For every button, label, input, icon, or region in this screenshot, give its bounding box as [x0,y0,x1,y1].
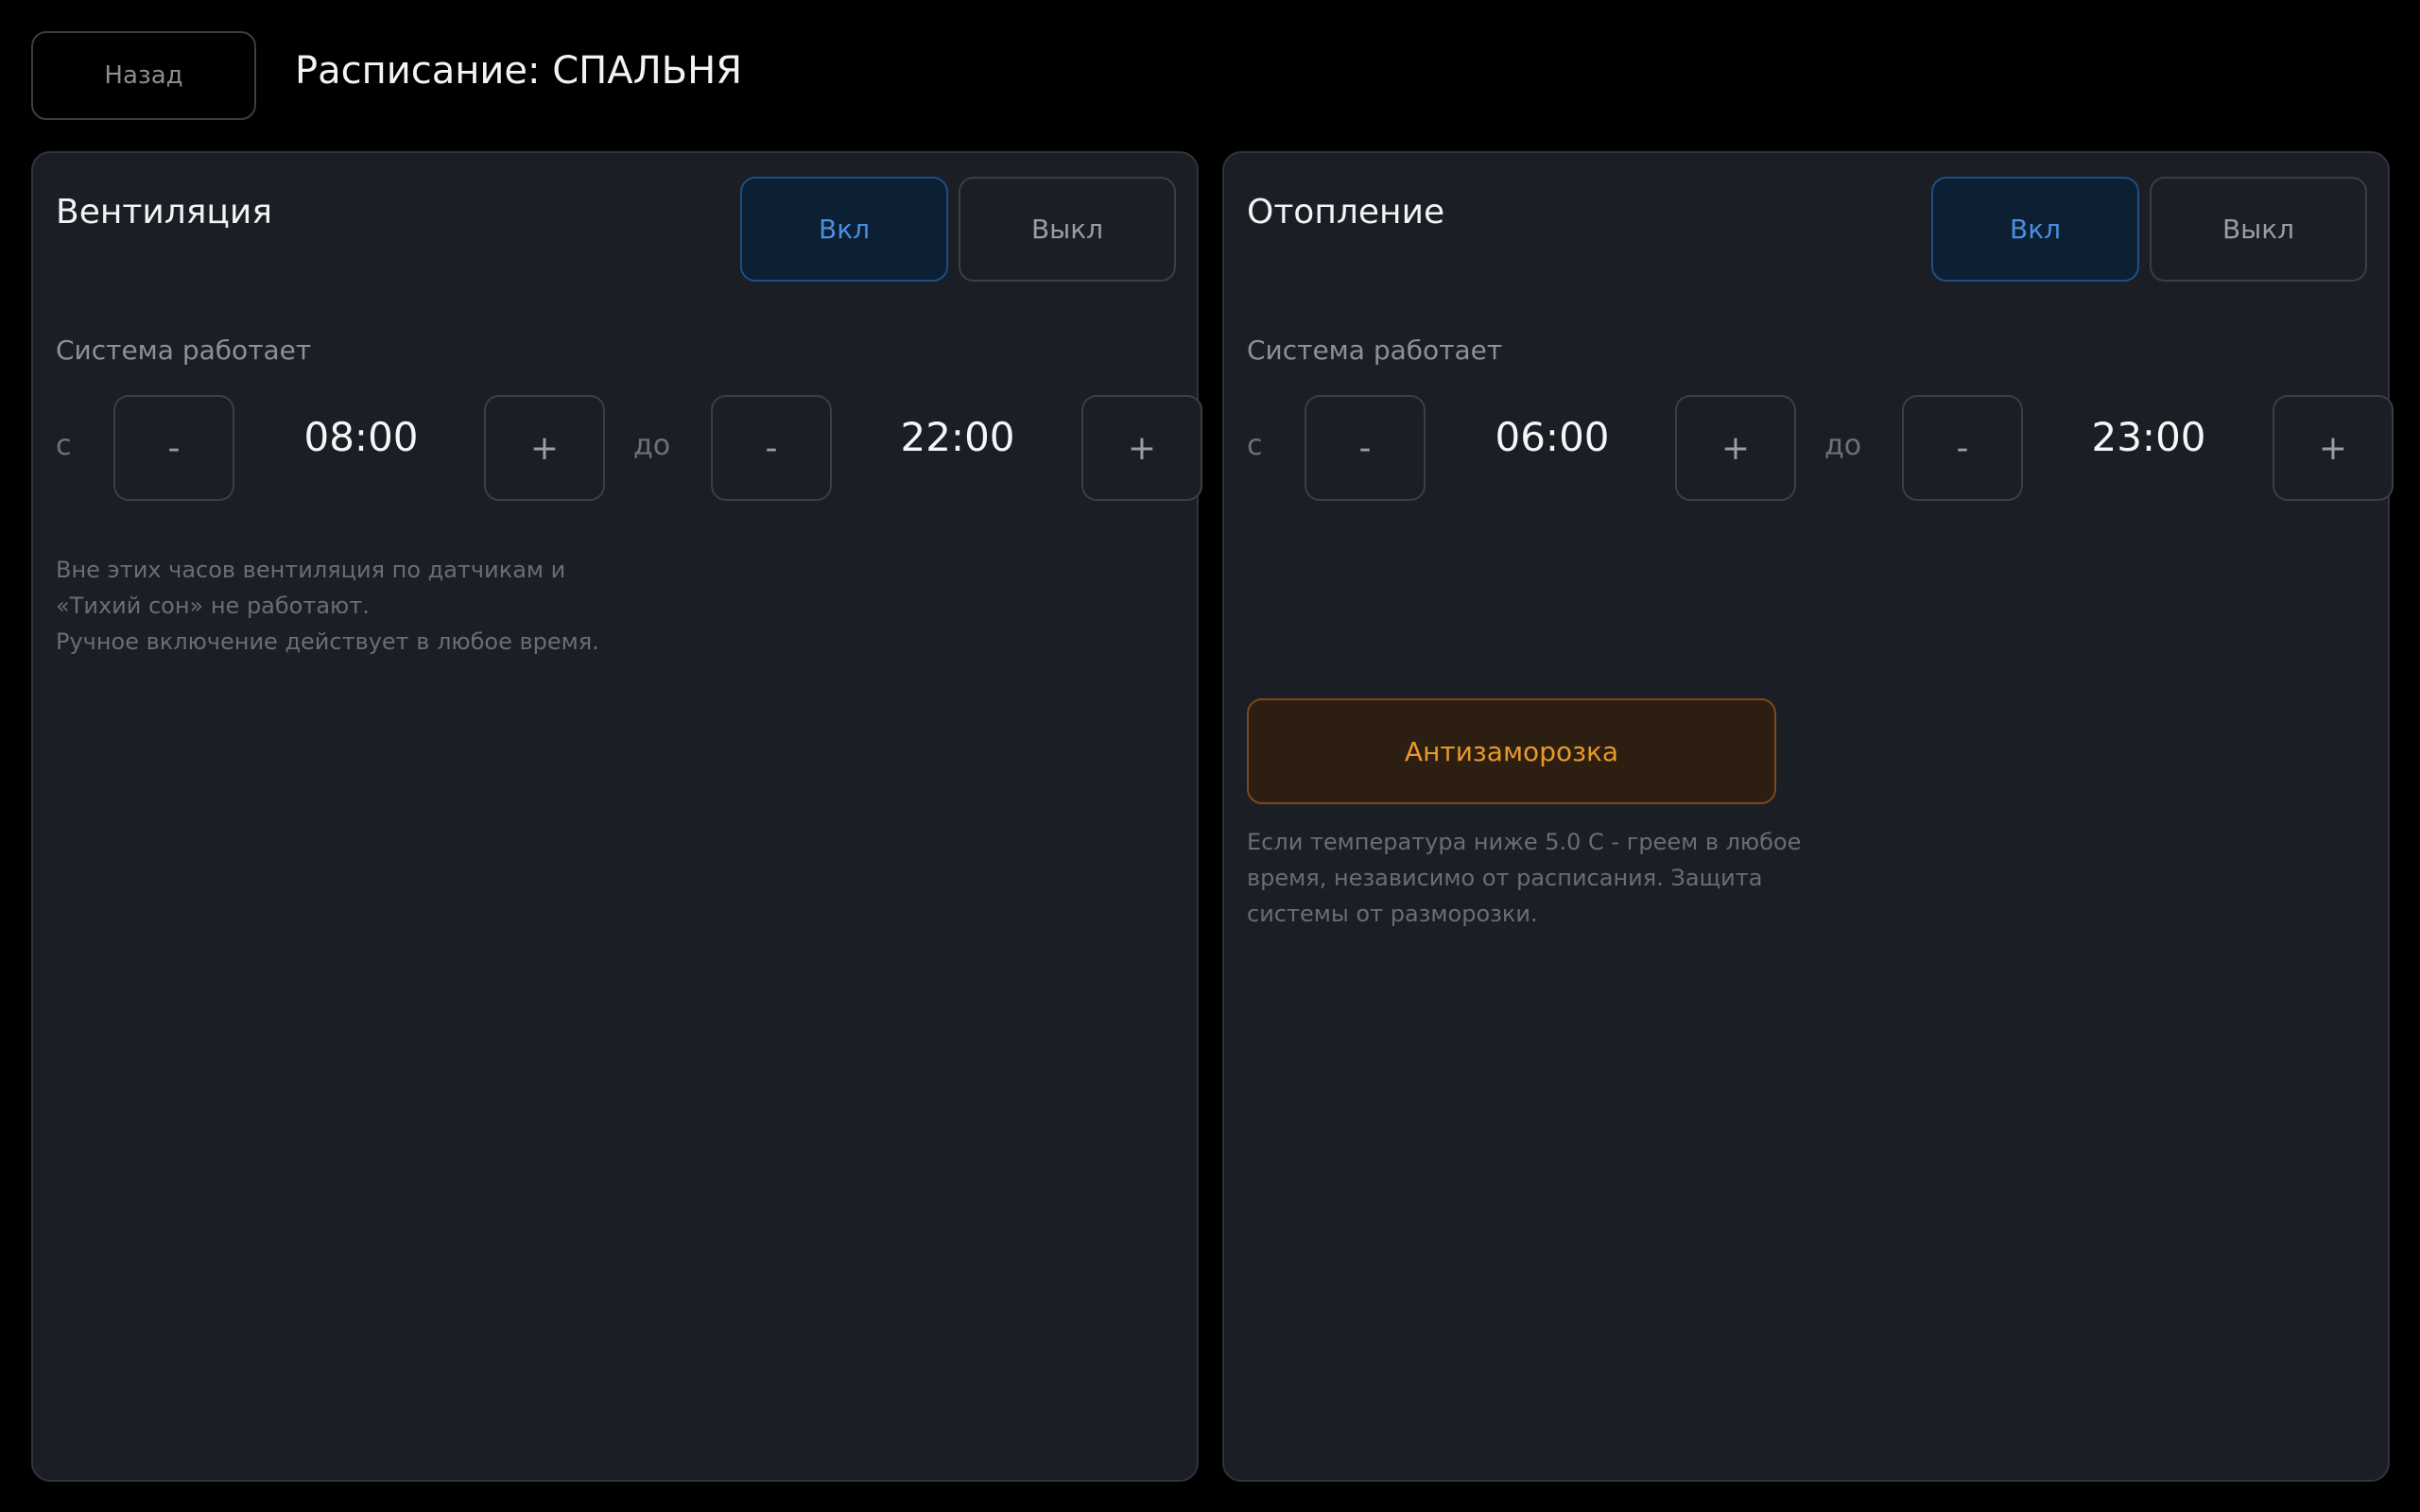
ventilation-from-time: 08:00 [303,414,419,460]
heating-panel: Отопление Вкл Выкл Система работает с - … [1222,151,2394,1482]
ventilation-system-label: Система работает [56,335,312,366]
heating-off-button[interactable]: Выкл [2150,177,2367,282]
page-title: Расписание: СПАЛЬНЯ [295,49,742,93]
back-button[interactable]: Назад [31,31,256,120]
ventilation-note-line: «Тихий сон» не работают. [56,593,370,619]
ventilation-title: Вентиляция [56,193,272,232]
ventilation-from-label: с [56,429,72,462]
antifreeze-button[interactable]: Антизаморозка [1247,698,1776,804]
ventilation-from-plus-button[interactable]: + [484,395,605,501]
header: Назад Расписание: СПАЛЬНЯ [0,0,2420,151]
heating-from-time: 06:00 [1495,414,1610,460]
heating-to-minus-button[interactable]: - [1902,395,2023,501]
ventilation-on-button[interactable]: Вкл [740,177,948,282]
ventilation-off-button[interactable]: Выкл [959,177,1176,282]
ventilation-to-minus-button[interactable]: - [711,395,832,501]
heating-from-label: с [1247,429,1263,462]
heating-title: Отопление [1247,193,1445,232]
heating-on-button[interactable]: Вкл [1931,177,2139,282]
heating-to-plus-button[interactable]: + [2273,395,2394,501]
ventilation-note-line: Ручное включение действует в любое время… [56,628,599,655]
heating-note-line: время, независимо от расписания. Защита [1247,865,1763,891]
ventilation-to-plus-button[interactable]: + [1081,395,1202,501]
heating-to-time: 23:00 [2091,414,2206,460]
heating-note-line: системы от разморозки. [1247,901,1538,927]
ventilation-panel: Вентиляция Вкл Выкл Система работает с -… [31,151,1202,1482]
heating-system-label: Система работает [1247,335,1503,366]
ventilation-to-time: 22:00 [900,414,1015,460]
heating-from-minus-button[interactable]: - [1305,395,1426,501]
heating-to-label: до [1824,429,1862,462]
ventilation-note-line: Вне этих часов вентиляция по датчикам и [56,557,566,583]
ventilation-from-minus-button[interactable]: - [113,395,234,501]
heating-note-line: Если температура ниже 5.0 С - греем в лю… [1247,829,1802,855]
ventilation-to-label: до [633,429,671,462]
heating-from-plus-button[interactable]: + [1675,395,1796,501]
